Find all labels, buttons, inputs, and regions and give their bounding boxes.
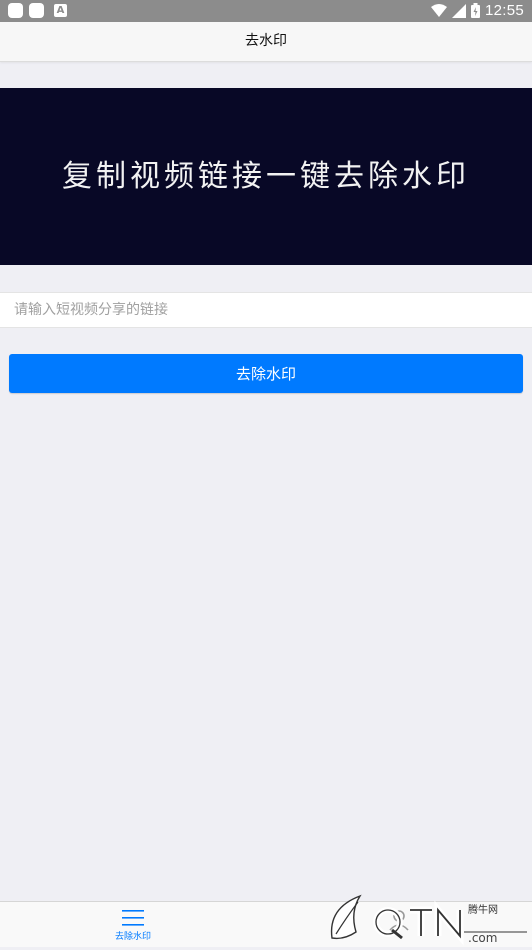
status-bar: A 12:55 <box>0 0 532 22</box>
a-icon: A <box>54 4 67 17</box>
status-bar-system: 12:55 <box>430 2 524 19</box>
user-icon[interactable] <box>388 909 410 931</box>
menu-icon <box>122 910 144 926</box>
link-input-row <box>0 292 532 328</box>
banner: 复制视频链接一键去除水印 <box>0 88 532 265</box>
tab-remove-watermark[interactable]: 去除水印 <box>93 902 173 947</box>
wifi-icon <box>430 4 447 17</box>
status-time: 12:55 <box>484 2 524 19</box>
notification-icon <box>8 3 23 18</box>
tab-label: 去除水印 <box>114 932 151 942</box>
link-input[interactable] <box>0 293 532 327</box>
page-title: 去水印 <box>245 33 287 49</box>
tab-bar: 去除水印 <box>0 901 532 947</box>
signal-icon <box>451 3 466 18</box>
remove-watermark-button[interactable]: 去除水印 <box>9 354 523 393</box>
banner-text: 复制视频链接一键去除水印 <box>62 159 470 194</box>
notification-icon <box>29 3 44 18</box>
status-bar-notifications: A <box>8 3 67 18</box>
navigation-bar: 去水印 <box>0 22 532 62</box>
battery-icon <box>470 3 480 18</box>
